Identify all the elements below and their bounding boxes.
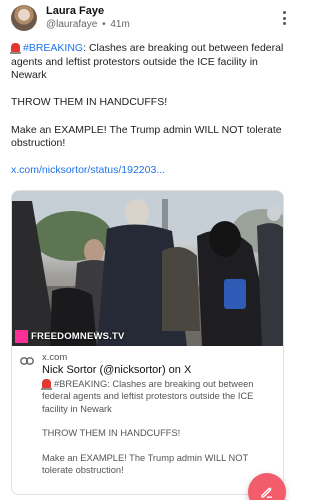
card-desc-line-2: THROW THEM IN HANDCUFFS!: [42, 428, 181, 439]
post-link[interactable]: x.com/nicksortor/status/192203...: [11, 164, 165, 176]
meta-separator: •: [102, 19, 106, 30]
watermark: FREEDOMNEWS.TV: [15, 329, 125, 344]
more-options-icon[interactable]: [277, 9, 291, 27]
post-line-3: Make an EXAMPLE! The Trump admin WILL NO…: [11, 123, 282, 150]
protest-photo-illustration: [12, 191, 283, 346]
author-name[interactable]: Laura Faye: [46, 5, 104, 18]
siren-emoji-icon: [10, 43, 21, 54]
card-description: #BREAKING: Clashes are breaking out betw…: [41, 378, 274, 489]
avatar[interactable]: [11, 5, 37, 31]
card-desc-line-1: #BREAKING: Clashes are breaking out betw…: [41, 378, 274, 415]
card-desc-line-3: Make an EXAMPLE! The Trump admin WILL NO…: [42, 452, 248, 476]
card-body: x.com Nick Sortor (@nicksortor) on X #BR…: [12, 346, 283, 475]
compose-pencil-icon: [261, 487, 272, 498]
post-time[interactable]: 41m: [110, 19, 129, 30]
link-preview-card[interactable]: FREEDOMNEWS.TV x.com Nick Sortor (@nicks…: [11, 190, 284, 495]
preview-image[interactable]: FREEDOMNEWS.TV: [12, 191, 283, 346]
author-meta: @laurafaye • 41m: [46, 19, 130, 31]
author-handle[interactable]: @laurafaye: [46, 19, 97, 30]
watermark-text: FREEDOMNEWS.TV: [31, 331, 125, 342]
post-line-2: THROW THEM IN HANDCUFFS!: [11, 96, 168, 109]
link-icon: [20, 357, 34, 365]
post-header: Laura Faye @laurafaye • 41m: [11, 5, 287, 31]
card-domain: x.com: [42, 352, 68, 363]
card-title[interactable]: Nick Sortor (@nicksortor) on X: [42, 364, 191, 377]
post-body: #BREAKING: Clashes are breaking out betw…: [10, 42, 287, 192]
watermark-logo-box: [15, 330, 28, 343]
siren-emoji-icon: [41, 379, 52, 390]
hashtag-breaking[interactable]: #BREAKING: [23, 42, 83, 54]
card-desc-text-1: #BREAKING: Clashes are breaking out betw…: [42, 379, 254, 414]
post-line-1: #BREAKING: Clashes are breaking out betw…: [10, 42, 287, 83]
